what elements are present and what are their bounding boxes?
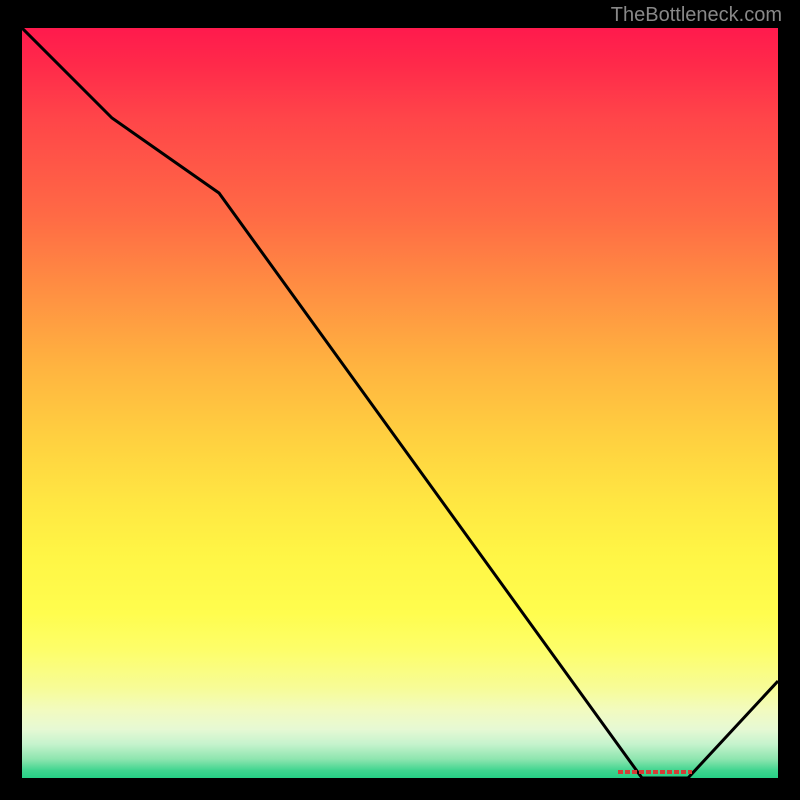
watermark-label: TheBottleneck.com bbox=[611, 4, 782, 27]
data-line bbox=[22, 28, 778, 778]
line-chart-svg bbox=[22, 28, 778, 778]
chart-container: TheBottleneck.com bbox=[0, 0, 800, 800]
plot-area bbox=[22, 28, 778, 778]
